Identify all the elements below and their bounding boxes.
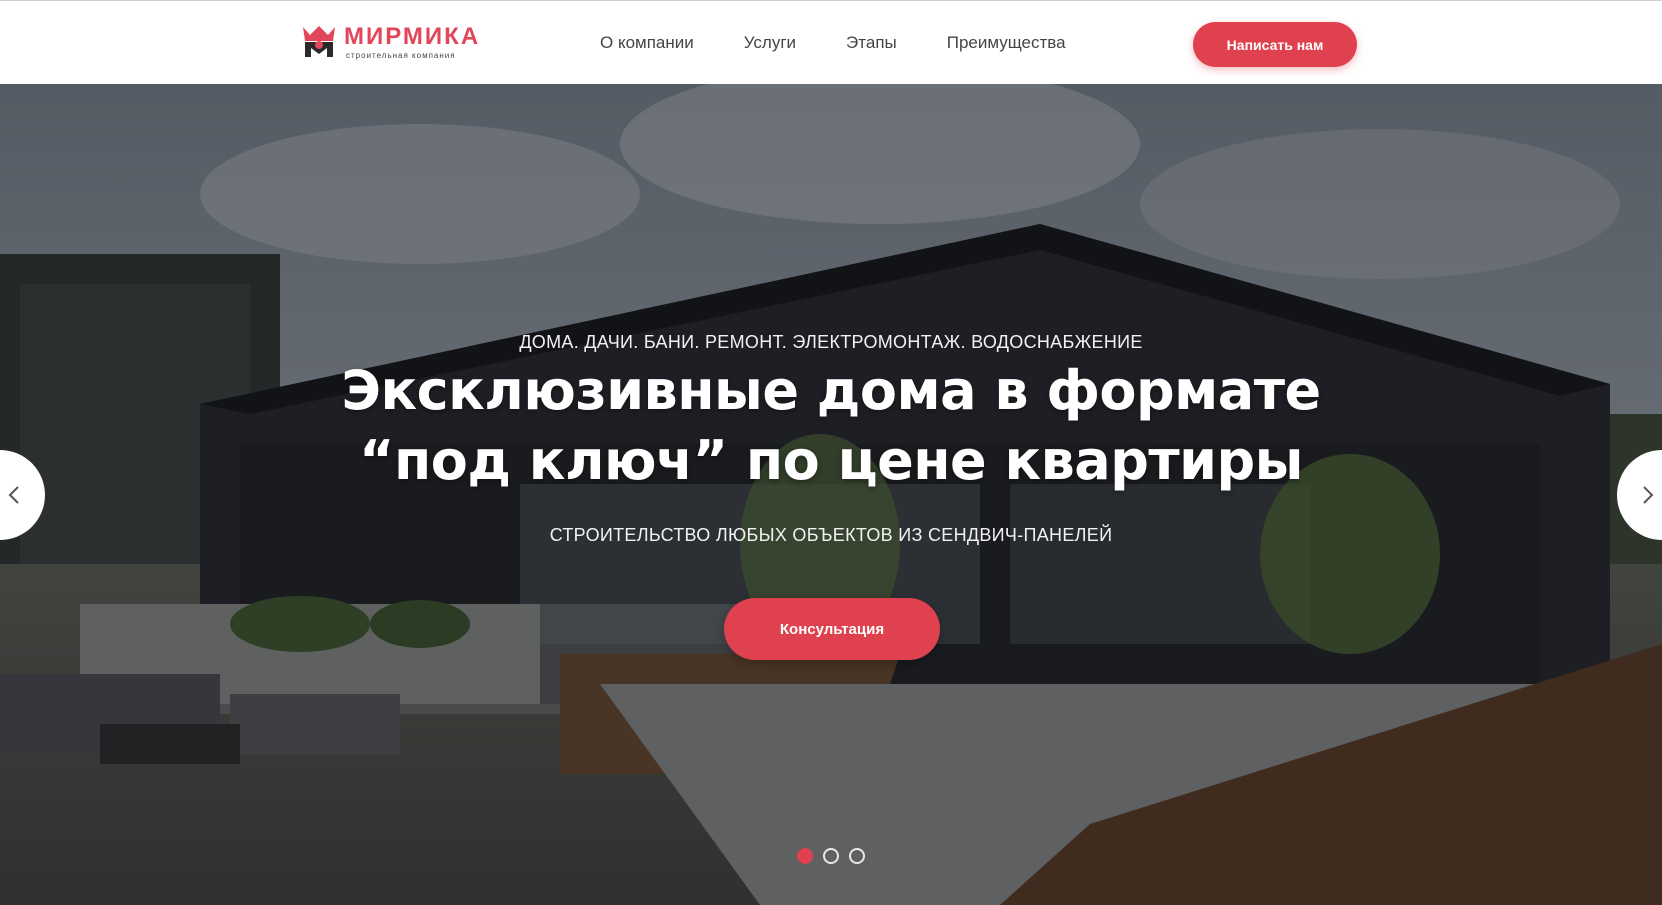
- logo[interactable]: МИРМИКА строительная компания: [302, 21, 502, 63]
- slider-dot-3[interactable]: [849, 848, 865, 864]
- nav-item-services[interactable]: Услуги: [744, 33, 796, 55]
- nav-item-advantages[interactable]: Преимущества: [947, 33, 1066, 55]
- logo-name: МИРМИКА: [344, 23, 481, 50]
- main-nav: О компании Услуги Этапы Преимущества: [600, 33, 1066, 55]
- hero-title-line-1: Эксклюзивные дома в формате: [341, 359, 1321, 422]
- slider-dot-2[interactable]: [823, 848, 839, 864]
- nav-item-stages[interactable]: Этапы: [846, 33, 897, 55]
- hero-slider: ДОМА. ДАЧИ. БАНИ. РЕМОНТ. ЭЛЕКТРОМОНТАЖ.…: [0, 84, 1662, 905]
- chevron-right-icon: [1643, 486, 1654, 504]
- write-us-button[interactable]: Написать нам: [1193, 22, 1357, 67]
- chevron-left-icon: [8, 486, 19, 504]
- logo-tagline: строительная компания: [346, 51, 456, 60]
- hero-supertitle: ДОМА. ДАЧИ. БАНИ. РЕМОНТ. ЭЛЕКТРОМОНТАЖ.…: [519, 332, 1143, 352]
- slider-pagination: [797, 848, 865, 864]
- crown-logo-icon: [303, 26, 335, 57]
- consultation-button[interactable]: Консультация: [724, 598, 940, 660]
- hero-subtitle: СТРОИТЕЛЬСТВО ЛЮБЫХ ОБЪЕКТОВ ИЗ СЕНДВИЧ-…: [549, 525, 1113, 545]
- nav-item-about[interactable]: О компании: [600, 33, 694, 55]
- hero-title-line-2: “под ключ” по цене квартиры: [359, 429, 1304, 492]
- site-header: МИРМИКА строительная компания О компании…: [0, 0, 1662, 84]
- slider-dot-1[interactable]: [797, 848, 813, 864]
- hero-title: Эксклюзивные дома в формате “под ключ” п…: [231, 356, 1431, 496]
